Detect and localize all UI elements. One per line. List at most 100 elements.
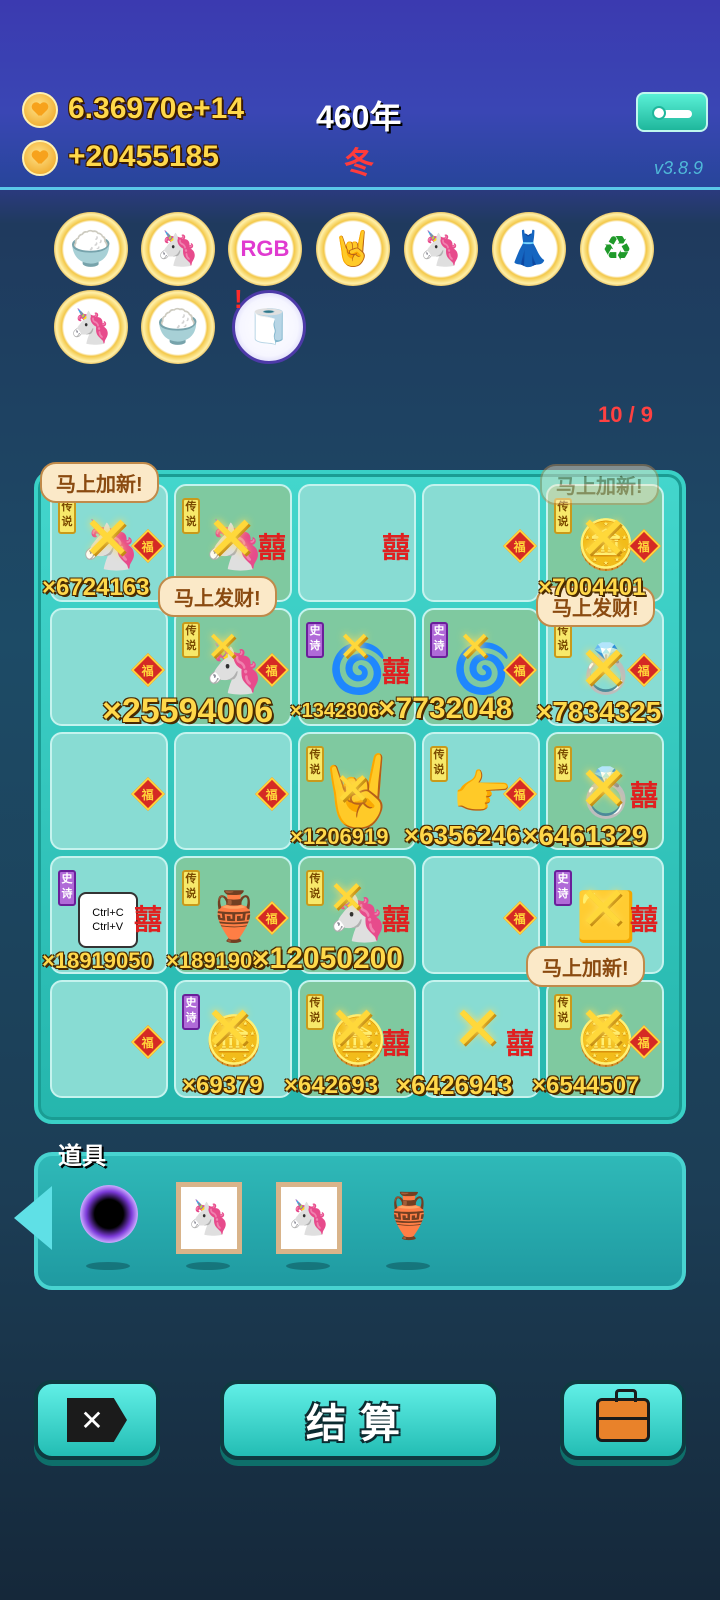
- settings-button[interactable]: [636, 92, 708, 132]
- rgb-icon[interactable]: RGB: [228, 212, 302, 286]
- rice-bowls-icon[interactable]: 🍚: [141, 290, 215, 364]
- fu-icon: 福: [265, 787, 279, 802]
- x-effect-icon: ✕: [334, 765, 371, 814]
- multiplier-label: ×7732048: [378, 692, 513, 725]
- x-effect-icon: ✕: [578, 755, 629, 822]
- coin-icon: [22, 140, 58, 176]
- unicorn-icon[interactable]: 🦄: [141, 212, 215, 286]
- season-label: 冬: [344, 147, 374, 180]
- fu-icon: 福: [637, 539, 651, 554]
- multiplier-label: ×1891905: [166, 948, 265, 973]
- xi-icon: 囍: [381, 532, 410, 563]
- version-label: v3.8.9: [654, 158, 704, 178]
- board-cell[interactable]: 福: [50, 732, 168, 850]
- fu-icon: 福: [141, 787, 155, 802]
- rock-hand-icon[interactable]: 🤘: [316, 212, 390, 286]
- recycle-icon[interactable]: ♻: [580, 212, 654, 286]
- xi-icon: 囍: [381, 904, 410, 935]
- multiplier-label: ×6426943: [396, 1070, 513, 1100]
- fu-icon: 福: [513, 911, 527, 926]
- multiplier-label: ×7004401: [538, 574, 646, 601]
- xi-icon: 囍: [381, 656, 410, 687]
- multiplier-label: ×6356246: [404, 820, 521, 850]
- multiplier-label: ×6724163: [42, 574, 150, 601]
- board-cell[interactable]: 福: [174, 732, 292, 850]
- speech-bubble: 马上发财!: [158, 576, 277, 617]
- multiplier-label: ×6461329: [522, 820, 648, 851]
- delete-icon: ✕: [67, 1398, 127, 1442]
- xi-icon: 囍: [505, 1028, 534, 1059]
- multiplier-label: ×1206919: [290, 824, 389, 849]
- x-effect-icon: ✕: [82, 505, 133, 572]
- multiplier-label: ×18919050: [42, 948, 153, 973]
- coin-income: +20455185: [68, 140, 219, 173]
- x-effect-icon: ✕: [578, 505, 629, 572]
- fu-icon: 福: [141, 1035, 155, 1050]
- x-effect-icon: ✕: [578, 995, 629, 1062]
- x-effect-icon: ✕: [206, 505, 257, 572]
- x-effect-icon: ✕: [328, 995, 379, 1062]
- speech-bubble: 马上加新!: [540, 464, 659, 505]
- top-hud: 6.36970e+14 +20455185 460年 冬 v3.8.9: [0, 0, 720, 190]
- skirt-icon[interactable]: 👗: [492, 212, 566, 286]
- tissue-box-icon[interactable]: 🧻: [232, 290, 306, 364]
- multiplier-label: ×25594006: [102, 692, 274, 730]
- x-effect-icon: ✕: [328, 873, 365, 922]
- speech-bubble: 马上加新!: [40, 462, 159, 503]
- fu-icon: 福: [637, 1035, 651, 1050]
- board-cell[interactable]: 福: [422, 856, 540, 974]
- fu-icon: 福: [637, 663, 651, 678]
- delete-button[interactable]: ✕: [34, 1380, 160, 1460]
- multiplier-label: ×642693: [284, 1072, 379, 1099]
- x-effect-icon: ✕: [458, 625, 492, 669]
- slot-board: 传说 🦄 福 传说 🦄 囍 囍 福 传说 🪙 福 福 传说 🦄 福 史诗 🌀 囍…: [34, 462, 686, 1124]
- board-cell[interactable]: 福: [50, 980, 168, 1098]
- x-effect-icon: ✕: [452, 995, 503, 1062]
- multiplier-label: ×69379: [182, 1072, 263, 1099]
- xi-icon: 囍: [133, 904, 162, 935]
- year-label: 460年: [316, 99, 402, 135]
- unicorn-painting-icon[interactable]: 🦄: [176, 1182, 242, 1254]
- prop-slot[interactable]: [76, 1178, 142, 1250]
- fu-icon: 福: [265, 911, 279, 926]
- relic-alert-badge: !: [234, 284, 243, 314]
- multiplier-label: ×1342806: [290, 700, 380, 722]
- settle-label: 结算: [306, 1402, 414, 1446]
- settle-button[interactable]: 结算: [220, 1380, 500, 1460]
- fu-icon: 福: [141, 663, 155, 678]
- xi-icon: 囍: [381, 1028, 410, 1059]
- fu-icon: 福: [265, 663, 279, 678]
- copy-paste-icon: Ctrl+C Ctrl+V: [78, 892, 138, 948]
- coin-total: 6.36970e+14: [68, 92, 245, 125]
- board-cell[interactable]: 囍: [298, 484, 416, 602]
- multiplier-label: ×6544507: [532, 1072, 640, 1099]
- black-hole-icon: [80, 1185, 138, 1243]
- coin-icon: [22, 92, 58, 128]
- left-arrow-icon[interactable]: [14, 1186, 52, 1250]
- board-cell[interactable]: 福: [422, 484, 540, 602]
- inventory-button[interactable]: [560, 1380, 686, 1460]
- green-vase-icon[interactable]: 🏺: [376, 1180, 442, 1252]
- unicorn-icon[interactable]: 🦄: [54, 290, 128, 364]
- props-title: 道具: [58, 1143, 106, 1170]
- unicorn-icon[interactable]: 🦄: [404, 212, 478, 286]
- x-effect-icon: ✕: [206, 625, 240, 669]
- multiplier-label: ×12050200: [252, 942, 403, 975]
- turn-counter: 10 / 9: [598, 402, 654, 427]
- fu-icon: 福: [513, 539, 527, 554]
- multiplier-label: ×7834325: [536, 696, 662, 727]
- x-effect-icon: ✕: [338, 625, 372, 669]
- fu-icon: 福: [141, 539, 155, 554]
- x-effect-icon: ✕: [578, 635, 629, 702]
- x-effect-icon: ✕: [578, 875, 629, 942]
- epic-tag: 史诗: [58, 870, 76, 906]
- xi-icon: 囍: [257, 532, 286, 563]
- unicorn-painting-icon[interactable]: 🦄: [276, 1182, 342, 1254]
- briefcase-icon: [596, 1389, 650, 1442]
- fu-icon: 福: [513, 787, 527, 802]
- x-effect-icon: ✕: [204, 995, 255, 1062]
- rice-bowls-icon[interactable]: 🍚: [54, 212, 128, 286]
- speech-bubble: 马上加新!: [526, 946, 645, 987]
- xi-icon: 囍: [629, 904, 658, 935]
- xi-icon: 囍: [629, 780, 658, 811]
